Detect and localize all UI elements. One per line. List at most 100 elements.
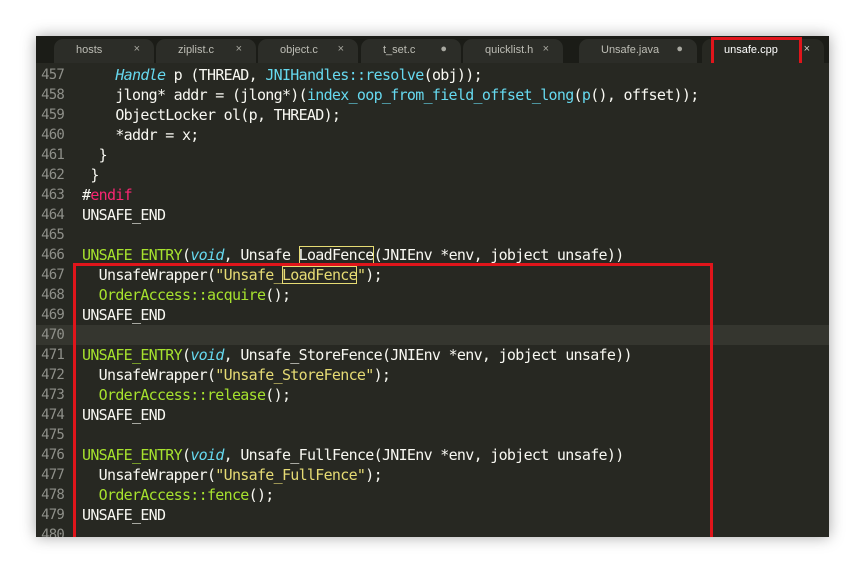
tab-t-set-c[interactable]: t_set.c ● (361, 39, 461, 63)
tab-label: quicklist.h (485, 44, 534, 56)
line-number: 470 (41, 327, 65, 343)
code-token: OrderAccess::fence (98, 486, 250, 504)
code-token: , Unsafe_FullFence(JNIEnv *env, jobject … (223, 446, 625, 464)
code-token: OrderAccess::acquire (98, 286, 266, 304)
code-line[interactable]: UnsafeWrapper("Unsafe_LoadFence"); (82, 265, 383, 285)
close-icon[interactable]: × (134, 43, 140, 55)
code-line[interactable]: #endif (82, 185, 133, 205)
code-line[interactable]: UNSAFE_END (82, 505, 166, 525)
code-line[interactable]: Handle p (THREAD, JNIHandles::resolve(ob… (82, 65, 482, 85)
line-number: 457 (41, 67, 65, 83)
tab-quicklist-h[interactable]: quicklist.h × (463, 39, 563, 63)
code-line[interactable]: UNSAFE_ENTRY(void, Unsafe_FullFence(JNIE… (82, 445, 624, 465)
code-token: UNSAFE_END (82, 206, 166, 224)
code-line[interactable]: UNSAFE_END (82, 405, 166, 425)
code-token: Handle (115, 66, 166, 84)
code-token: UNSAFE_ENTRY (82, 246, 183, 264)
close-icon[interactable]: × (338, 43, 344, 55)
line-number: 474 (41, 407, 65, 423)
code-token: void (190, 446, 224, 464)
code-token: , Unsafe_ (223, 246, 300, 264)
code-token: p (581, 86, 591, 104)
line-number: 471 (41, 347, 65, 363)
close-icon[interactable]: × (236, 43, 242, 55)
code-token: UNSAFE_END (82, 306, 166, 324)
code-line[interactable]: ObjectLocker ol(p, THREAD); (82, 105, 341, 125)
editor-window: hosts × ziplist.c × object.c × t_set.c ●… (36, 36, 829, 537)
code-token: ( (573, 86, 583, 104)
code-line[interactable]: OrderAccess::fence(); (82, 485, 275, 505)
line-number: 476 (41, 447, 65, 463)
code-token: UnsafeWrapper( (82, 266, 216, 284)
line-number: 466 (41, 247, 65, 263)
code-token: JNIHandles::resolve (265, 66, 424, 84)
code-token: UNSAFE_ENTRY (82, 446, 183, 464)
code-token: , Unsafe_StoreFence(JNIEnv *env, jobject… (223, 346, 633, 364)
close-icon[interactable]: × (804, 43, 810, 55)
code-token: p (THREAD, (165, 66, 266, 84)
line-number: 469 (41, 307, 65, 323)
tab-label: object.c (280, 44, 318, 56)
tab-label: Unsafe.java (601, 44, 660, 56)
line-number: 479 (41, 507, 65, 523)
line-number: 465 (41, 227, 65, 243)
code-area[interactable]: Handle p (THREAD, JNIHandles::resolve(ob… (82, 63, 827, 537)
line-number: 475 (41, 427, 65, 443)
code-line[interactable]: } (82, 165, 99, 185)
tab-ziplist-c[interactable]: ziplist.c × (156, 39, 256, 63)
code-token: "Unsafe_ (215, 266, 282, 284)
code-token: (), offset)); (590, 86, 699, 104)
code-token: "Unsafe_StoreFence" (215, 366, 374, 384)
code-line[interactable]: UNSAFE_ENTRY(void, Unsafe_LoadFence(JNIE… (82, 245, 624, 265)
code-token: ); (365, 266, 382, 284)
code-token: } (82, 146, 108, 164)
code-line[interactable]: UNSAFE_ENTRY(void, Unsafe_StoreFence(JNI… (82, 345, 633, 365)
code-token: (); (248, 486, 275, 504)
code-line[interactable]: UNSAFE_END (82, 205, 166, 225)
line-number-gutter: 457 458 459 460 461 462 463 464 465 466 467 468 469 4… (36, 63, 66, 537)
code-line[interactable]: UNSAFE_END (82, 305, 166, 325)
unsaved-dot-icon[interactable]: ● (440, 43, 447, 55)
line-number: 462 (41, 167, 65, 183)
line-number: 473 (41, 387, 65, 403)
code-line[interactable]: jlong* addr = (jlong*)(index_oop_from_fi… (82, 85, 699, 105)
code-token: void (190, 346, 224, 364)
line-number: 458 (41, 87, 65, 103)
tab-unsafe-cpp[interactable]: unsafe.cpp × (702, 39, 824, 63)
code-token: UNSAFE_ENTRY (82, 346, 183, 364)
code-line[interactable]: } (82, 145, 108, 165)
code-token: *addr = x; (82, 126, 199, 144)
code-editor[interactable]: 457 458 459 460 461 462 463 464 465 466 467 468 469 4… (36, 63, 829, 537)
code-line[interactable]: UnsafeWrapper("Unsafe_StoreFence"); (82, 365, 391, 385)
line-number: 468 (41, 287, 65, 303)
line-number: 467 (41, 267, 65, 283)
code-token: LoadFence (281, 266, 358, 284)
tab-unsafe-java[interactable]: Unsafe.java ● (579, 39, 697, 63)
line-number: 477 (41, 467, 65, 483)
tab-hosts[interactable]: hosts × (54, 39, 154, 63)
code-token: OrderAccess::release (98, 386, 266, 404)
code-token: (JNIEnv *env, jobject unsafe)) (373, 246, 625, 264)
unsaved-dot-icon[interactable]: ● (676, 43, 683, 55)
code-line[interactable]: UnsafeWrapper("Unsafe_FullFence"); (82, 465, 383, 485)
code-line[interactable]: OrderAccess::release(); (82, 385, 291, 405)
tab-label: unsafe.cpp (724, 44, 778, 56)
code-line[interactable]: OrderAccess::acquire(); (82, 285, 291, 305)
code-token: index_oop_from_field_offset_long (306, 86, 574, 104)
code-token: (obj)); (423, 66, 483, 84)
tab-object-c[interactable]: object.c × (258, 39, 358, 63)
code-token: UnsafeWrapper( (82, 466, 216, 484)
code-line[interactable]: *addr = x; (82, 125, 199, 145)
code-token: jlong* addr = (jlong*)( (82, 86, 307, 104)
code-token: endif (90, 186, 132, 204)
close-icon[interactable]: × (543, 43, 549, 55)
code-token: (); (265, 286, 291, 304)
code-token: LoadFence (298, 246, 374, 264)
code-token: (); (265, 386, 291, 404)
line-number: 461 (41, 147, 65, 163)
code-token: ); (373, 366, 391, 384)
line-number: 459 (41, 107, 65, 123)
